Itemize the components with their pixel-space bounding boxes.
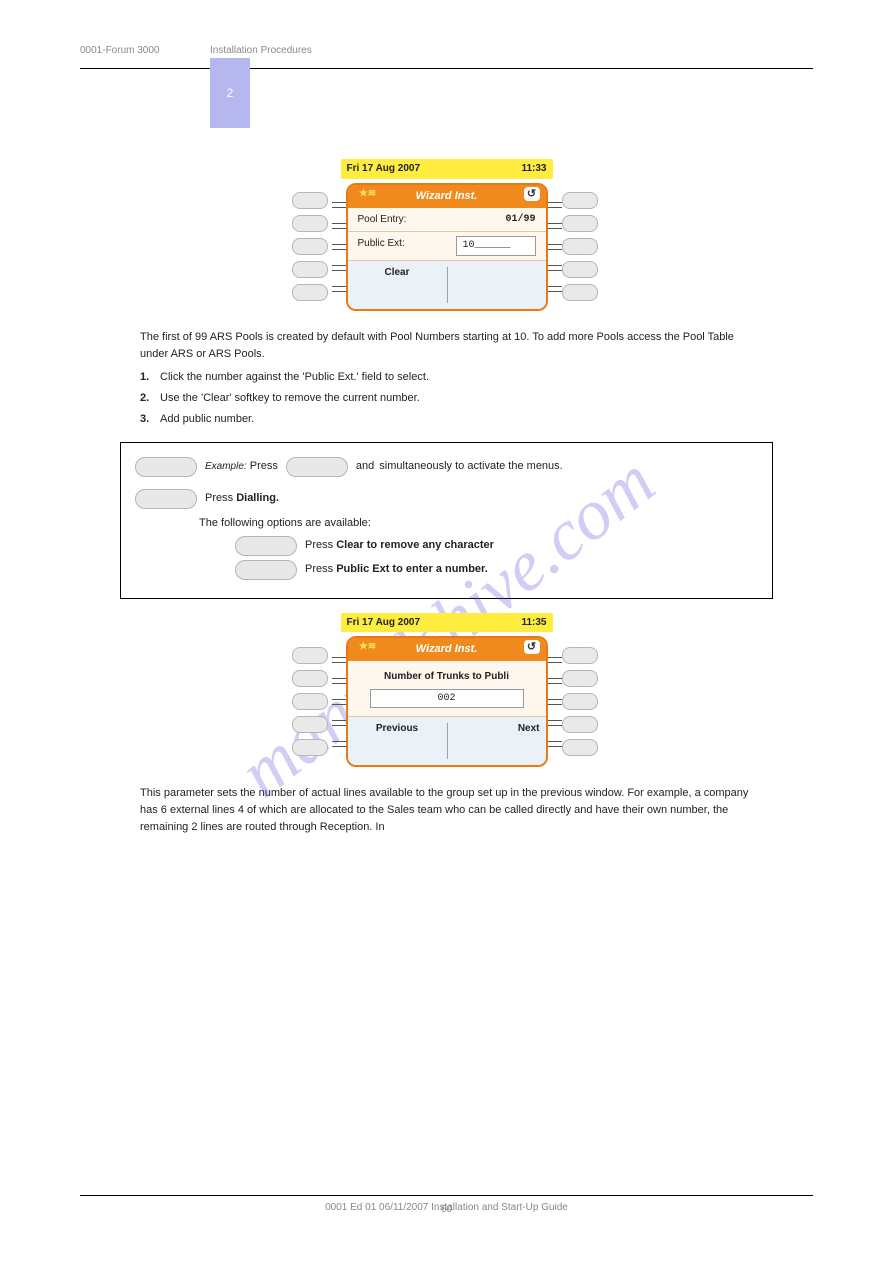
example-step1a: Example: Press [205, 458, 278, 475]
star-icon: ★≋ [354, 187, 382, 201]
screen2-title: Wizard Inst. [416, 643, 478, 655]
pool-entry-value: 01/99 [505, 212, 535, 228]
softkey-previous[interactable]: Previous [348, 717, 447, 765]
example-button-2[interactable] [135, 489, 197, 509]
softkey-clear[interactable]: Clear [348, 261, 447, 309]
example-button-opt2[interactable] [235, 560, 297, 580]
back-icon-2: ↺ [524, 640, 540, 654]
softkey2-r2[interactable] [562, 670, 598, 687]
screen2: ★≋ Wizard Inst. ↺ Number of Trunks to Pu… [346, 636, 548, 767]
list-item-3: Add public number. [160, 411, 813, 428]
list-item-1: Click the number against the 'Public Ext… [160, 369, 813, 386]
softkey2-r4[interactable] [562, 716, 598, 733]
softkey-r1[interactable] [562, 192, 598, 209]
example-box: Example: Press and simultaneously to act… [120, 442, 773, 599]
example-opt1: Press Clear to remove any character [305, 537, 494, 554]
softkey2-l4[interactable] [292, 716, 328, 733]
softkey-r3[interactable] [562, 238, 598, 255]
softkey-l2[interactable] [292, 215, 328, 232]
public-ext-label: Public Ext: [358, 236, 405, 256]
softkey2-r5[interactable] [562, 739, 598, 756]
page-number: 60 [441, 1204, 452, 1215]
softkey-l4[interactable] [292, 261, 328, 278]
star-icon-2: ★≋ [354, 640, 382, 654]
screen1-title: Wizard Inst. [416, 190, 478, 202]
softkey2-l1[interactable] [292, 647, 328, 664]
example-step3: The following options are available: [199, 515, 758, 532]
example-step1b: and simultaneously to activate the menus… [356, 458, 563, 475]
softkey-r2[interactable] [562, 215, 598, 232]
screen1: ★≋ Wizard Inst. ↺ Pool Entry: 01/99 Publ… [346, 183, 548, 311]
screen2-date: Fri 17 Aug 2007 [347, 615, 421, 631]
header-left: 0001-Forum 3000 [80, 45, 210, 56]
softkey-r5[interactable] [562, 284, 598, 301]
back-icon: ↺ [524, 187, 540, 201]
trunks-label: Number of Trunks to Publi [358, 669, 536, 685]
softkey-next[interactable]: Next [447, 717, 546, 765]
example-opt2: Press Public Ext to enter a number. [305, 561, 488, 578]
example-button-1b[interactable] [286, 457, 348, 477]
list-item-2: Use the 'Clear' softkey to remove the cu… [160, 390, 813, 407]
soft-divider-2 [447, 723, 448, 759]
softkey-r4[interactable] [562, 261, 598, 278]
softkey-l3[interactable] [292, 238, 328, 255]
example-button-1a[interactable] [135, 457, 197, 477]
phone-screenshot-2: Fri 17 Aug 2007 11:35 ★≋ [292, 613, 602, 768]
paragraph-1: The first of 99 ARS Pools is created by … [140, 329, 760, 363]
page-footer: 0001 Ed 01 06/11/2007 Installation and S… [80, 1195, 813, 1213]
trunks-input[interactable]: 002 [370, 689, 524, 709]
softkey2-r3[interactable] [562, 693, 598, 710]
screen1-time: 11:33 [521, 161, 546, 177]
softkey2-l5[interactable] [292, 739, 328, 756]
screen2-time: 11:35 [521, 615, 546, 631]
public-ext-input[interactable]: 10______ [456, 236, 536, 256]
softkey2-l3[interactable] [292, 693, 328, 710]
pool-entry-label: Pool Entry: [358, 212, 407, 228]
soft-divider [447, 267, 448, 303]
paragraph-2: This parameter sets the number of actual… [140, 785, 760, 836]
softkey-l1[interactable] [292, 192, 328, 209]
chapter-tab: 2 [210, 58, 250, 128]
softkey-l5[interactable] [292, 284, 328, 301]
softkey2-l2[interactable] [292, 670, 328, 687]
softkey2-r1[interactable] [562, 647, 598, 664]
header-rule [80, 68, 813, 69]
example-button-opt1[interactable] [235, 536, 297, 556]
screen1-date: Fri 17 Aug 2007 [347, 161, 421, 177]
example-step2: Press Dialling. [205, 490, 279, 507]
phone-screenshot-1: Fri 17 Aug 2007 11:33 ★≋ [292, 159, 602, 311]
numbered-list: 1.Click the number against the 'Public E… [140, 369, 813, 428]
header-right: Installation Procedures [210, 45, 813, 56]
